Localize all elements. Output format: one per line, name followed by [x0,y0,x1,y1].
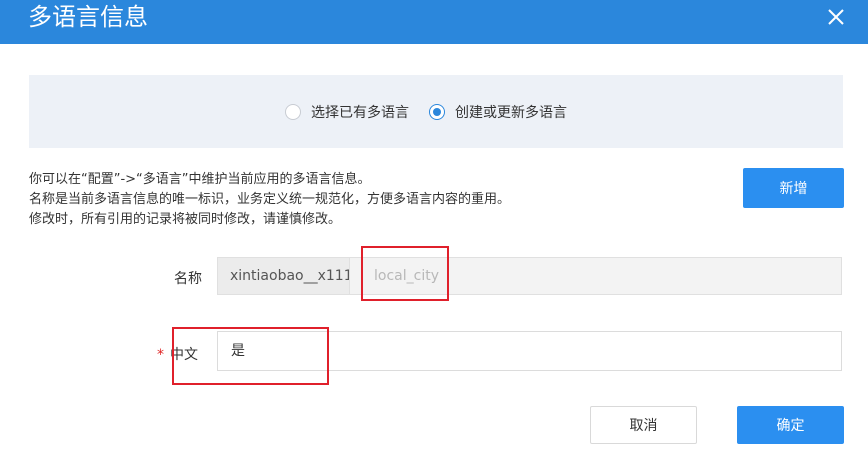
close-icon[interactable] [823,4,849,30]
radio-create-or-update[interactable]: 创建或更新多语言 [429,102,567,122]
chinese-label: 中文 [170,347,198,363]
chinese-input[interactable]: 是 [217,331,842,371]
radio-checked-icon[interactable] [429,104,445,120]
info-text: 你可以在“配置”->“多语言”中维护当前应用的多语言信息。 名称是当前多语言信息… [29,170,510,230]
radio-unchecked-icon[interactable] [285,104,301,120]
name-input[interactable]: local_city [350,257,842,295]
dialog-title: 多语言信息 [28,3,148,31]
dialog-header: 多语言信息 [0,0,868,44]
name-label: 名称 [174,271,202,287]
chinese-label-group: * 中文 [157,344,198,364]
confirm-button[interactable]: 确定 [737,406,844,444]
info-line: 你可以在“配置”->“多语言”中维护当前应用的多语言信息。 [29,172,371,187]
radio-select-existing[interactable]: 选择已有多语言 [285,102,409,122]
cancel-button[interactable]: 取消 [590,406,697,444]
radio-select-existing-label: 选择已有多语言 [311,105,409,121]
new-button[interactable]: 新增 [743,168,844,208]
info-line: 名称是当前多语言信息的唯一标识，业务定义统一规范化，方便多语言内容的重用。 [29,192,511,207]
mode-selector-panel: 选择已有多语言 创建或更新多语言 [29,75,843,148]
required-mark: * [157,347,164,363]
radio-create-or-update-label: 创建或更新多语言 [455,105,567,121]
info-line: 修改时，所有引用的记录将被同时修改，请谨慎修改。 [29,212,342,227]
name-prefix: xintiaobao__x111. [217,257,350,295]
